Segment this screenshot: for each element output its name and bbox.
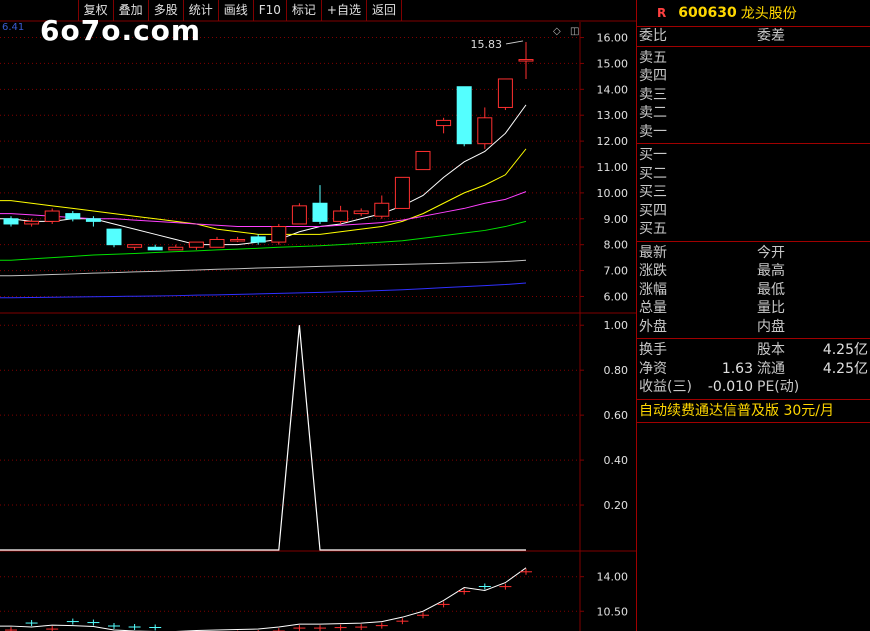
y-tick-label: 10.00	[597, 187, 629, 200]
high-annotation-label: 15.83	[471, 38, 503, 51]
candle-body	[477, 117, 493, 145]
y-tick-label: 7.00	[604, 265, 629, 278]
stat-row: 最新 今开	[639, 244, 785, 261]
y-tick-label: 14.00	[597, 83, 629, 96]
bottom-close-line	[0, 567, 527, 631]
back-button[interactable]: 返回	[367, 0, 402, 21]
candle-body	[44, 210, 60, 222]
buy-row-4: 买四	[639, 202, 667, 219]
candle-body	[250, 236, 266, 243]
add-watchlist-button[interactable]: +自选	[322, 0, 367, 21]
stats-button[interactable]: 统计	[184, 0, 219, 21]
candle-body	[291, 205, 307, 225]
y-tick-label: 8.00	[604, 239, 629, 252]
multi-stock-button[interactable]: 多股	[149, 0, 184, 21]
f10-button[interactable]: F10	[254, 0, 287, 21]
finance-section: 换手 股本 4.25亿 净资 1.63 流通 4.25亿 收益(三) -0.01…	[637, 339, 870, 400]
candle-body	[147, 246, 163, 251]
high-annotation-arrow	[505, 40, 524, 45]
y-tick-label: 16.00	[597, 32, 629, 45]
stock-header: R 600630 龙头股份	[637, 0, 870, 27]
y-tick-label: 6.00	[604, 290, 629, 303]
candle-body	[353, 210, 369, 215]
candle-body	[436, 119, 452, 127]
window-icon[interactable]: ◫	[570, 26, 579, 37]
draw-line-button[interactable]: 画线	[219, 0, 254, 21]
candle-body	[394, 176, 410, 209]
promo-text: 自动续费通达信普及版	[639, 402, 779, 419]
fin-row-netasset: 净资 1.63 流通 4.25亿	[639, 360, 868, 377]
buy-section: 买一 买二 买三 买四 买五	[637, 144, 870, 242]
stat-row: 涨跌 最高	[639, 263, 785, 279]
y-tick-label: 0.40	[604, 454, 629, 467]
y-tick-label: 12.00	[597, 135, 629, 148]
y-tick-label: 15.00	[597, 57, 629, 70]
y-tick-label: 9.00	[604, 213, 629, 226]
buy-row-1: 买一	[639, 147, 667, 163]
candle-body	[230, 239, 246, 242]
y-tick-label: 1.00	[604, 319, 629, 332]
stock-code: 600630	[678, 5, 737, 21]
candle-body	[518, 59, 534, 62]
y-tick-label: 11.00	[597, 161, 629, 174]
promo-link[interactable]: 自动续费通达信普及版 30元/月	[637, 400, 870, 423]
candle-body	[415, 150, 431, 171]
buy-row-2: 买二	[639, 165, 667, 182]
candle-body	[168, 246, 184, 251]
mark-button[interactable]: 标记	[287, 0, 322, 21]
sell-row-1: 卖一	[639, 123, 667, 140]
stock-name: 龙头股份	[740, 6, 797, 22]
y-tick-label: 0.80	[604, 364, 629, 377]
stat-row: 总量 量比	[639, 300, 785, 316]
promo-price: 30元/月	[783, 402, 834, 419]
quote-panel: R 600630 龙头股份 委比 委差 卖五 卖四 卖三 卖二 卖一 买一 买二…	[636, 0, 870, 631]
candle-body	[65, 213, 81, 220]
toolbar: 复权 叠加 多股 统计 画线 F10 标记 +自选 返回	[77, 0, 402, 21]
sell-row-5: 卖五	[639, 49, 667, 66]
candle-body	[188, 241, 204, 248]
chart-area[interactable]: 16.00 15.00 14.00 13.00 12.00 11.00 10.00 9.00 8…	[0, 0, 636, 631]
candle-body	[3, 218, 19, 225]
y-tick-label: 0.20	[604, 499, 629, 512]
stats-section: 最新 今开 涨跌 最高 涨幅 最低 总量 量比 外盘 内盘	[637, 242, 870, 339]
fuquan-button[interactable]: 复权	[79, 0, 114, 21]
candle-body	[127, 244, 143, 248]
candle-body	[497, 78, 513, 108]
fin-row-eps: 收益(三) -0.010 PE(动)	[639, 379, 800, 395]
indicator-line	[0, 325, 526, 551]
weicha-label: 委差	[757, 28, 785, 44]
candle-body	[312, 202, 328, 222]
sell-row-3: 卖三	[639, 86, 667, 103]
fin-row-turnover: 换手 股本 4.25亿	[639, 342, 868, 358]
ma10-line	[0, 148, 527, 235]
overlay-button[interactable]: 叠加	[114, 0, 149, 21]
candle-body	[106, 228, 122, 246]
candle-body	[374, 202, 390, 217]
rzrq-mark: R	[657, 6, 667, 20]
candle-body	[333, 210, 349, 222]
candle-body	[271, 226, 287, 243]
y-tick-label: 10.50	[597, 605, 629, 618]
ma60-line	[0, 259, 527, 277]
weibi-row: 委比 委差	[637, 27, 870, 47]
sell-section: 卖五 卖四 卖三 卖二 卖一	[637, 47, 870, 144]
y-tick-label: 14.00	[597, 571, 629, 584]
indicator-value: 6.41	[2, 22, 25, 33]
ma120-line	[0, 282, 527, 299]
stat-row: 外盘 内盘	[639, 318, 785, 335]
sell-row-2: 卖二	[639, 105, 667, 121]
stat-row: 涨幅 最低	[639, 281, 785, 298]
candle-body	[24, 220, 40, 225]
y-tick-label: 0.60	[604, 409, 629, 422]
candle-body	[209, 239, 225, 248]
weibi-label: 委比	[639, 28, 667, 44]
sell-row-4: 卖四	[639, 68, 667, 84]
candle-body	[85, 218, 101, 222]
diamond-icon[interactable]: ◇	[553, 26, 561, 37]
y-tick-label: 13.00	[597, 109, 629, 122]
buy-row-5: 买五	[639, 221, 667, 237]
buy-row-3: 买三	[639, 184, 667, 200]
kline-chart[interactable]: 16.00 15.00 14.00 13.00 12.00 11.00 10.00 9.00 8…	[0, 0, 636, 631]
candle-body	[456, 86, 472, 145]
